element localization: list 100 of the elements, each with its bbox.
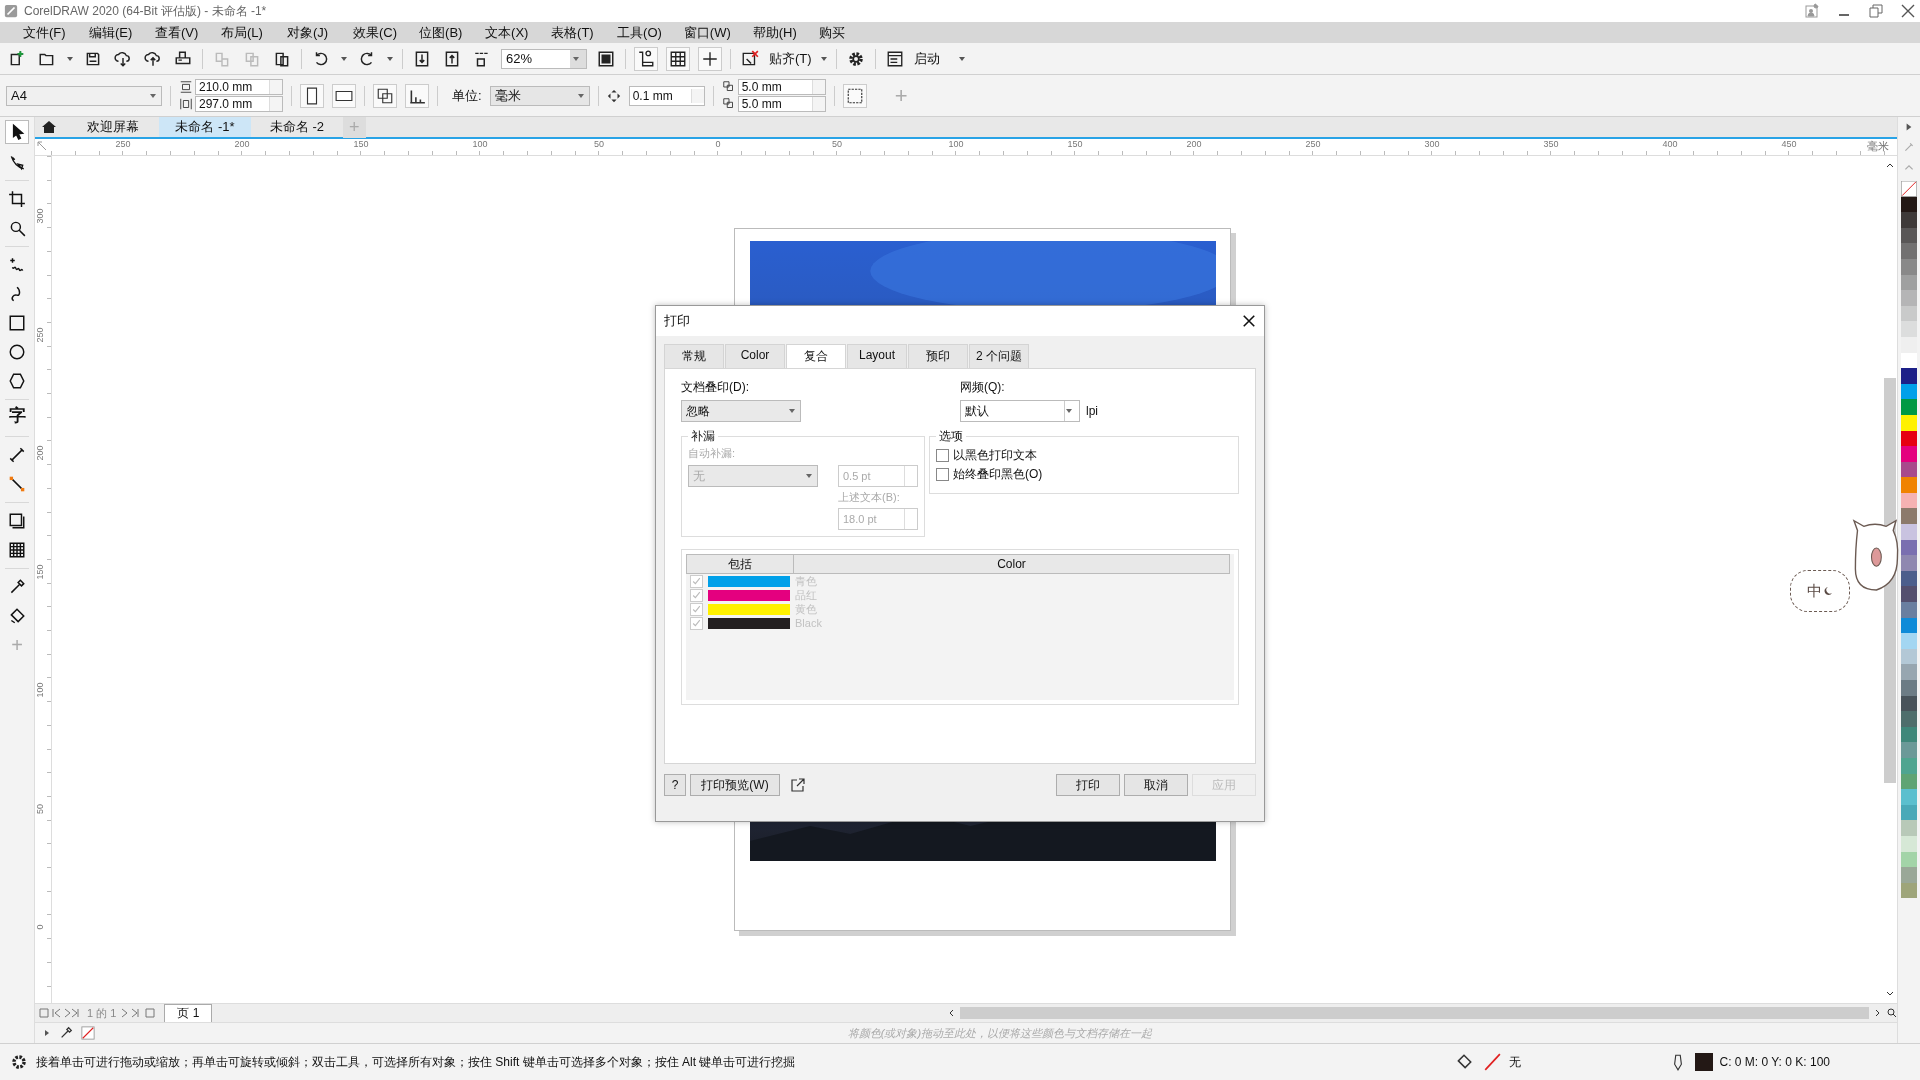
- page-width-field[interactable]: 210.0 mm: [195, 79, 283, 95]
- color-swatch[interactable]: [1901, 820, 1917, 836]
- menu-item[interactable]: 文本(X): [474, 23, 541, 42]
- account-icon[interactable]: [1804, 3, 1820, 19]
- color-swatch[interactable]: [1901, 212, 1917, 228]
- color-swatch[interactable]: [1901, 711, 1917, 727]
- color-swatch[interactable]: [1901, 867, 1917, 883]
- color-swatch[interactable]: [1901, 243, 1917, 259]
- units-dropdown[interactable]: 毫米: [489, 85, 590, 106]
- cancel-button[interactable]: 取消: [1124, 774, 1188, 796]
- duplicate-x-field[interactable]: 5.0 mm: [737, 79, 826, 95]
- color-swatch[interactable]: [1901, 664, 1917, 680]
- menu-item[interactable]: 对象(J): [276, 23, 342, 42]
- close-icon[interactable]: [1242, 314, 1256, 328]
- column-header[interactable]: 包括: [686, 554, 794, 574]
- checkbox[interactable]: [690, 602, 703, 616]
- eyedropper-icon[interactable]: [59, 1026, 73, 1040]
- help-button[interactable]: ?: [664, 774, 686, 796]
- caret-icon[interactable]: [149, 91, 157, 100]
- color-swatch[interactable]: [1901, 477, 1917, 493]
- horizontal-scrollbar[interactable]: [960, 1007, 1869, 1019]
- menu-item[interactable]: 帮助(H): [741, 23, 808, 42]
- menu-item[interactable]: 编辑(E): [78, 23, 144, 42]
- color-swatch[interactable]: [1901, 586, 1917, 603]
- caret-icon[interactable]: [788, 407, 796, 415]
- home-icon[interactable]: [41, 119, 57, 135]
- close-icon[interactable]: [1900, 3, 1916, 19]
- document-tab[interactable]: 未命名 -2: [251, 117, 343, 137]
- landscape-icon[interactable]: [332, 83, 356, 108]
- text-tool[interactable]: 字: [6, 407, 28, 429]
- column-header[interactable]: Color: [794, 554, 1230, 574]
- pop-out-icon[interactable]: [790, 777, 806, 793]
- menu-item[interactable]: 购买: [807, 23, 874, 42]
- crop-tool-icon[interactable]: [6, 188, 28, 210]
- page-height-field[interactable]: 297.0 mm: [195, 96, 283, 112]
- dialog-tab[interactable]: 复合: [786, 344, 846, 368]
- menu-item[interactable]: 窗口(W): [672, 23, 742, 42]
- color-swatch[interactable]: [1901, 290, 1917, 306]
- screen-frequency-dropdown[interactable]: 默认: [960, 400, 1080, 422]
- print-preview-button[interactable]: 打印预览(W): [690, 774, 780, 796]
- document-tab[interactable]: 未命名 -1*: [159, 117, 251, 137]
- color-swatch[interactable]: [1901, 446, 1917, 462]
- menu-item[interactable]: 文件(F): [12, 23, 78, 42]
- color-swatch[interactable]: [1901, 633, 1917, 649]
- grid-toggle-icon[interactable]: [666, 46, 690, 71]
- caret-icon[interactable]: [43, 1029, 51, 1037]
- color-swatch[interactable]: [1901, 321, 1917, 337]
- document-tab[interactable]: 欢迎屏幕: [67, 117, 159, 137]
- menu-item[interactable]: 位图(B): [408, 23, 475, 42]
- no-color-swatch-icon[interactable]: [81, 1026, 95, 1040]
- restore-icon[interactable]: [1868, 3, 1884, 19]
- color-swatch[interactable]: [1901, 368, 1917, 384]
- page-size-dropdown[interactable]: A4: [6, 85, 162, 106]
- page-tab[interactable]: 页 1: [164, 1003, 213, 1023]
- zoom-level-dropdown[interactable]: 62%: [501, 48, 587, 69]
- nudge-distance-field[interactable]: 0.1 mm: [628, 85, 705, 106]
- checkbox[interactable]: [690, 574, 703, 588]
- snap-to-menu[interactable]: 贴齐(T): [769, 49, 812, 68]
- caret-icon[interactable]: [340, 54, 348, 63]
- caret-icon[interactable]: [957, 54, 966, 63]
- menu-item[interactable]: 查看(V): [144, 23, 210, 42]
- dialog-tab[interactable]: 常规: [664, 344, 724, 368]
- zoom-icon[interactable]: [1887, 1008, 1897, 1018]
- color-swatch[interactable]: [1901, 508, 1917, 525]
- duplicate-y-field[interactable]: 5.0 mm: [737, 96, 826, 112]
- guidelines-icon[interactable]: [698, 46, 722, 71]
- checkbox[interactable]: [690, 588, 703, 602]
- all-pages-icon[interactable]: [373, 83, 397, 108]
- current-page-icon[interactable]: [405, 83, 429, 108]
- color-swatch[interactable]: [1901, 399, 1917, 415]
- checkbox[interactable]: [936, 449, 949, 462]
- menu-item[interactable]: 工具(O): [606, 23, 673, 42]
- caret-icon[interactable]: [572, 54, 580, 63]
- color-swatch[interactable]: [1901, 524, 1917, 540]
- pick-tool-icon[interactable]: [5, 120, 29, 144]
- menu-item[interactable]: 效果(C): [342, 23, 409, 42]
- checkbox[interactable]: [690, 616, 703, 630]
- dialog-tab[interactable]: 预印: [908, 344, 968, 368]
- dialog-tab[interactable]: Color: [725, 344, 785, 368]
- color-swatch[interactable]: [1901, 555, 1917, 571]
- print-button[interactable]: 打印: [1056, 774, 1120, 796]
- color-swatch[interactable]: [1901, 789, 1917, 805]
- caret-icon[interactable]: [386, 54, 394, 63]
- input-method-widget[interactable]: 中: [1790, 570, 1850, 612]
- ruler-toggle-icon[interactable]: [634, 46, 658, 71]
- caret-icon[interactable]: [576, 91, 585, 100]
- page-frame-icon[interactable]: [842, 83, 867, 108]
- portrait-icon[interactable]: [300, 83, 324, 108]
- no-color-swatch-icon[interactable]: [1901, 181, 1917, 197]
- color-swatch[interactable]: [1901, 742, 1917, 758]
- caret-icon[interactable]: [66, 54, 74, 63]
- menu-item[interactable]: 布局(L): [210, 23, 276, 42]
- menu-item[interactable]: 表格(T): [540, 23, 607, 42]
- overprint-dropdown[interactable]: 忽略: [681, 400, 801, 422]
- caret-icon[interactable]: [1065, 407, 1073, 415]
- color-swatch[interactable]: [1901, 680, 1917, 696]
- dialog-tab[interactable]: 2 个问题: [969, 344, 1029, 368]
- dialog-tab[interactable]: Layout: [847, 344, 907, 368]
- launch-menu[interactable]: 启动: [913, 49, 940, 68]
- caret-icon[interactable]: [819, 54, 828, 63]
